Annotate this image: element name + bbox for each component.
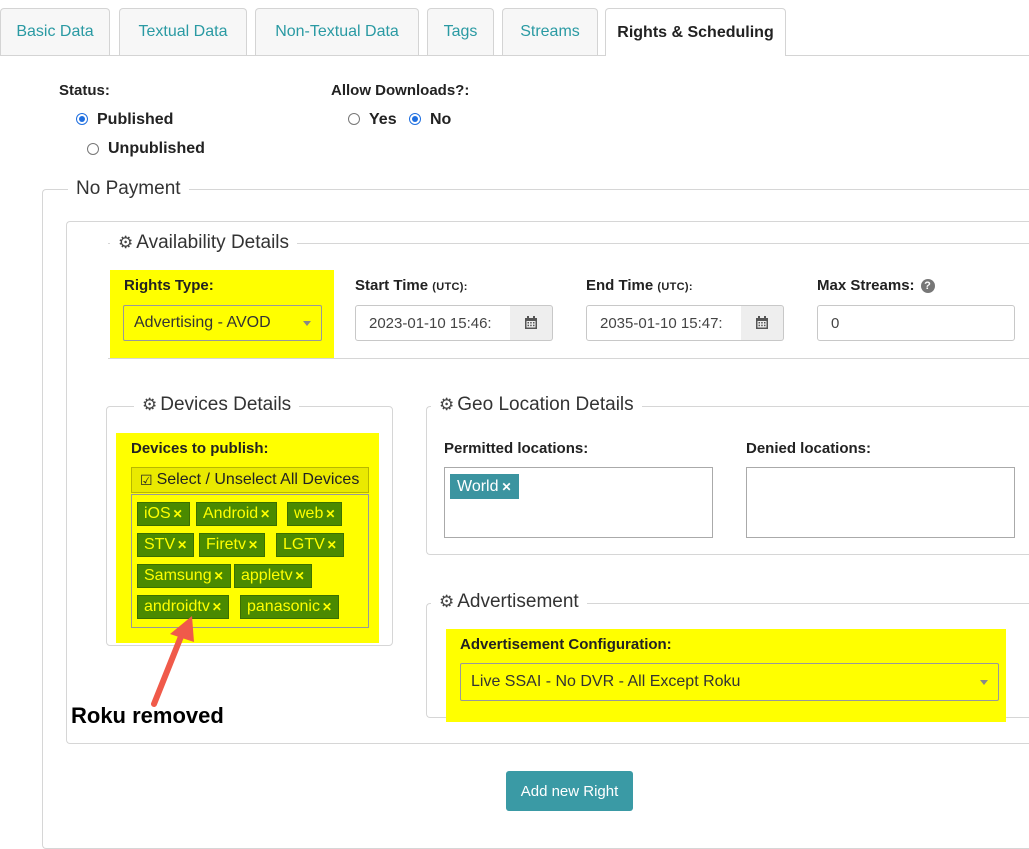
max-streams-label: Max Streams:? [817,277,935,294]
question-circle-icon[interactable]: ? [920,279,935,293]
start-time-label: Start Time (UTC): [355,277,468,294]
tab-tags[interactable]: Tags [427,8,494,55]
remove-x-icon[interactable]: ✕ [322,600,332,614]
rights-type-select[interactable]: Advertising - AVOD [123,305,322,341]
gears-icon: ⚙ [439,592,455,611]
allow-downloads-label: Allow Downloads?: [331,82,470,99]
caret-down-icon [980,680,988,685]
device-chip-firetv[interactable]: Firetv ✕ [199,533,266,557]
start-time-input[interactable]: 2023-01-10 15:46: [355,305,511,341]
remove-x-icon[interactable]: ✕ [248,538,258,552]
start-calendar-button[interactable] [510,305,553,341]
geo-legend: ⚙ Geo Location Details [431,394,642,416]
device-chip-stv[interactable]: STV ✕ [137,533,195,557]
remove-x-icon[interactable]: ✕ [325,507,335,521]
remove-x-icon[interactable]: ✕ [502,480,512,494]
status-label: Status: [59,82,110,99]
calendar-icon [525,316,537,329]
denied-locations-box[interactable] [746,467,1015,538]
check-square-icon: ☑ [140,471,153,488]
max-streams-input[interactable]: 0 [817,305,1015,341]
tab-basic-data[interactable]: Basic Data [0,8,110,55]
remove-x-icon[interactable]: ✕ [214,569,224,583]
status-published-radio[interactable] [76,113,88,125]
downloads-yes-label: Yes [369,111,397,128]
no-payment-legend: No Payment [68,178,189,200]
downloads-no-label: No [430,111,452,128]
end-calendar-button[interactable] [741,305,784,341]
remove-x-icon[interactable]: ✕ [177,538,187,552]
device-chip-web[interactable]: web ✕ [287,502,343,526]
availability-bottom-divider [108,358,1029,359]
devices-to-publish-label: Devices to publish: [131,440,269,457]
advertisement-config-label: Advertisement Configuration: [460,636,672,653]
end-time-label: End Time (UTC): [586,277,693,294]
availability-legend: ⚙ Availability Details [110,232,298,254]
device-chip-panasonic[interactable]: panasonic ✕ [240,595,340,619]
permitted-locations-label: Permitted locations: [444,440,589,457]
remove-x-icon[interactable]: ✕ [212,600,222,614]
remove-x-icon[interactable]: ✕ [173,507,183,521]
end-time-input[interactable]: 2035-01-10 15:47: [586,305,742,341]
device-chip-lgtv[interactable]: LGTV ✕ [276,533,344,557]
annotation-arrow-icon [151,616,194,707]
roku-removed-annotation: Roku removed [71,703,224,728]
tab-textual-data[interactable]: Textual Data [119,8,247,55]
add-new-right-button[interactable]: Add new Right [506,771,633,811]
rights-type-label: Rights Type: [124,277,214,294]
tab-rights-scheduling[interactable]: Rights & Scheduling [605,8,786,56]
downloads-yes-radio[interactable] [348,113,360,125]
device-chip-ios[interactable]: iOS ✕ [137,502,190,526]
gears-icon: ⚙ [439,395,455,414]
calendar-icon [756,316,768,329]
advertisement-legend: ⚙ Advertisement [431,591,587,613]
status-unpublished-label: Unpublished [108,140,205,157]
device-chip-samsung[interactable]: Samsung ✕ [137,564,231,588]
remove-x-icon[interactable]: ✕ [260,507,270,521]
device-chip-appletv[interactable]: appletv ✕ [234,564,312,588]
gears-icon: ⚙ [118,233,134,252]
device-chip-android[interactable]: Android ✕ [196,502,278,526]
tab-streams[interactable]: Streams [502,8,598,55]
location-chip-world[interactable]: World ✕ [450,474,519,499]
denied-locations-label: Denied locations: [746,440,872,457]
downloads-no-radio[interactable] [409,113,421,125]
status-published-label: Published [97,111,174,128]
remove-x-icon[interactable]: ✕ [327,538,337,552]
advertisement-config-select[interactable]: Live SSAI - No DVR - All Except Roku [460,663,999,701]
remove-x-icon[interactable]: ✕ [295,569,305,583]
tab-bar-divider [0,55,1029,56]
devices-legend: ⚙ Devices Details [134,394,300,416]
tab-non-textual-data[interactable]: Non-Textual Data [255,8,419,55]
gears-icon: ⚙ [142,395,158,414]
caret-down-icon [303,321,311,326]
select-all-devices-button[interactable]: ☑ Select / Unselect All Devices [131,467,369,493]
status-unpublished-radio[interactable] [87,143,99,155]
